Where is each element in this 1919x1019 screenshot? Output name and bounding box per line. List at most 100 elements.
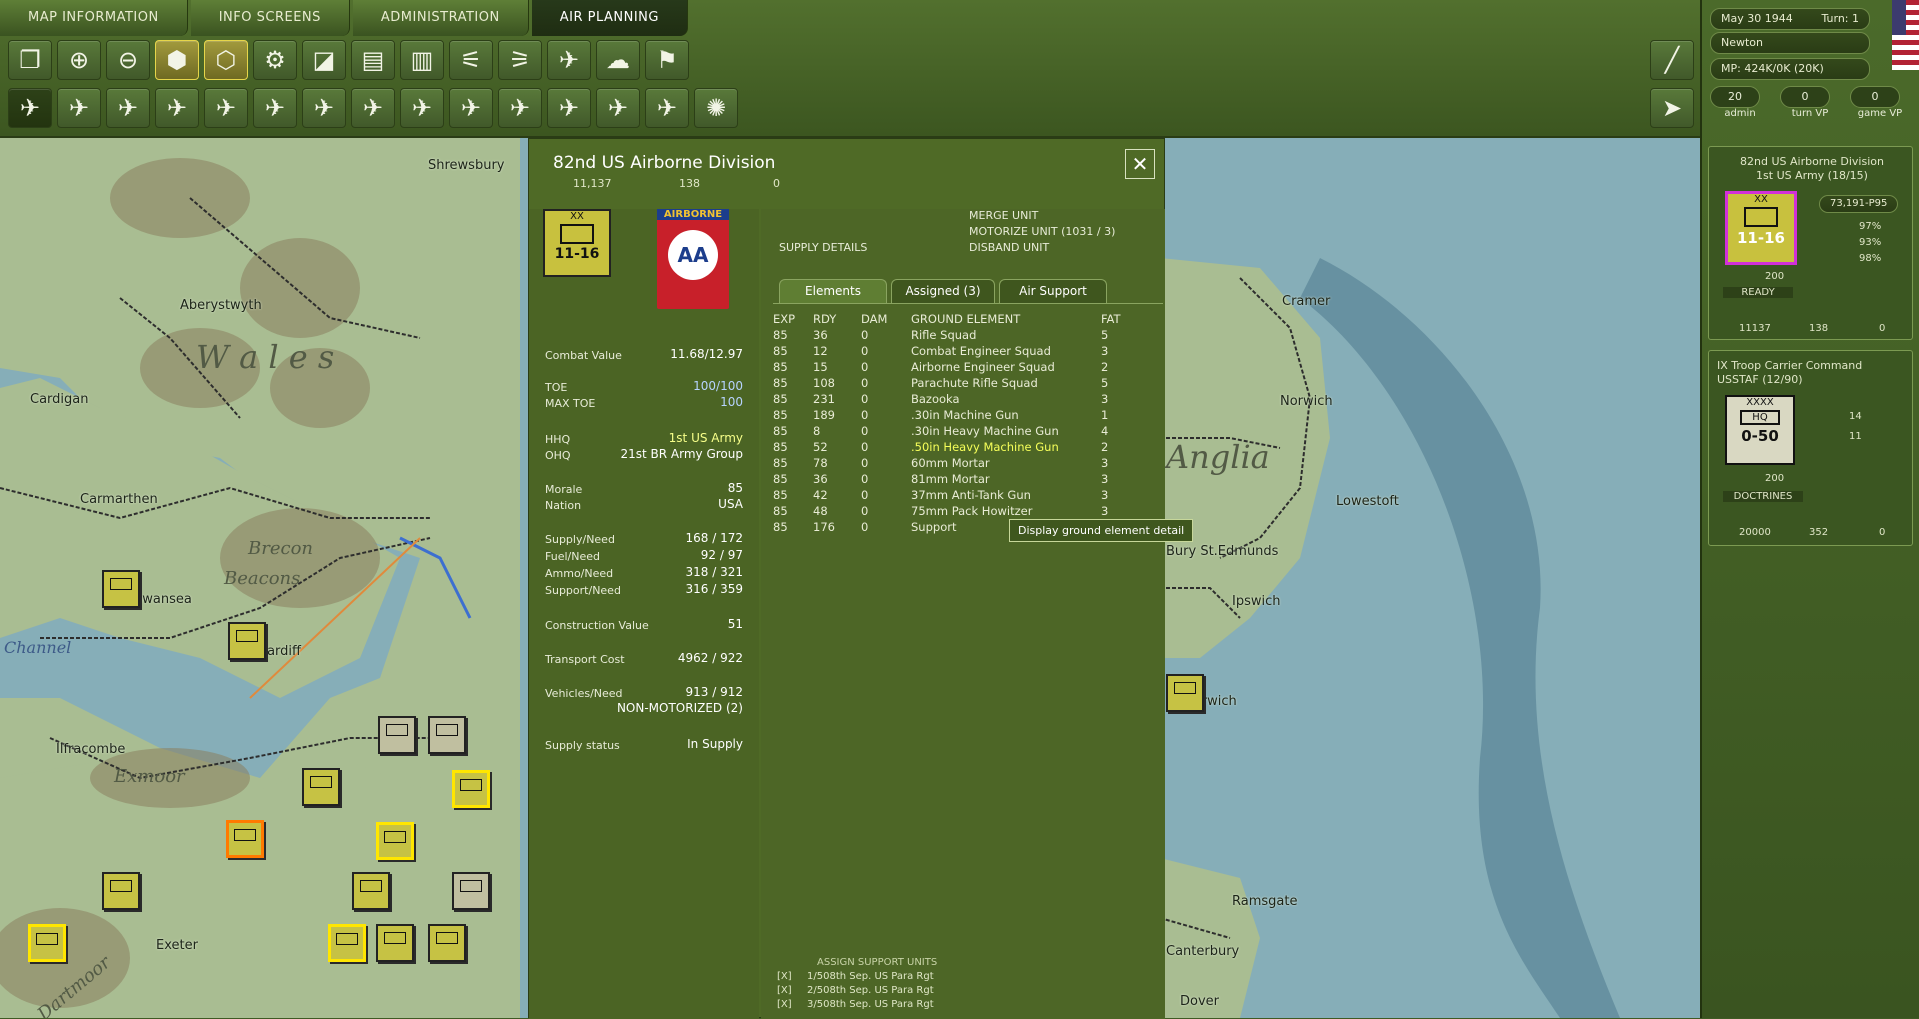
hex-grid-icon[interactable]: ⬢ [155,40,199,80]
windows-icon[interactable]: ❐ [8,40,52,80]
motorize-unit-link[interactable]: MOTORIZE UNIT (1031 / 3) [969,225,1115,238]
hhq-value[interactable]: 1st US Army [669,431,743,445]
selected-hq-counter[interactable] [226,820,264,858]
airborne-tab: AIRBORNE [657,209,729,220]
map-unit-counter[interactable] [352,872,390,910]
unit-card-82nd[interactable]: 82nd US Airborne Division 1st US Army (1… [1708,146,1913,340]
air-mode-f4-icon[interactable]: ✈ [155,88,199,128]
element-row[interactable]: 85 36 0 81mm Mortar 3 [773,471,1131,487]
map-unit-counter[interactable] [428,924,466,962]
element-row[interactable]: 85 15 0 Airborne Engineer Squad 2 [773,359,1131,375]
element-name[interactable]: Combat Engineer Squad [911,343,1101,359]
element-row[interactable]: 85 52 0 .50in Heavy Machine Gun 2 [773,439,1131,455]
doctrines-button[interactable]: DOCTRINES [1723,491,1803,502]
ai-air-icon[interactable]: ✈ [645,88,689,128]
tab-info-screens[interactable]: INFO SCREENS [190,0,350,36]
weather-icon[interactable]: ☁ [596,40,640,80]
zoom-in-icon[interactable]: ⊕ [57,40,101,80]
map-unit-counter[interactable] [102,570,140,608]
men-count: 11137 [1739,323,1771,334]
map-unit-counter[interactable] [376,924,414,962]
air-recon-icon[interactable]: ✈ [547,40,591,80]
map-unit-counter[interactable] [378,716,416,754]
element-name[interactable]: .30in Machine Gun [911,407,1101,423]
assign-support-row[interactable]: [X] 1/508th Sep. US Para Rgt [777,971,934,985]
air-mode-f10-icon[interactable]: ✈ [351,88,395,128]
map-unit-counter[interactable] [228,622,266,660]
element-name[interactable]: 81mm Mortar [911,471,1101,487]
map-hq-counter[interactable] [328,924,366,962]
assign-checkbox[interactable]: [X] [777,999,807,1010]
element-row[interactable]: 85 231 0 Bazooka 3 [773,391,1131,407]
tab-administration[interactable]: ADMINISTRATION [352,0,529,36]
air-mode-f6-icon[interactable]: ✈ [253,88,297,128]
element-name[interactable]: 60mm Mortar [911,455,1101,471]
element-row[interactable]: 85 36 0 Rifle Squad 5 [773,327,1131,343]
element-row[interactable]: 85 8 0 .30in Heavy Machine Gun 4 [773,423,1131,439]
map-unit-counter[interactable] [428,716,466,754]
element-name[interactable]: .50in Heavy Machine Gun [911,439,1101,455]
unit-counter[interactable]: XX 11-16 [1725,191,1797,265]
element-row[interactable]: 85 189 0 .30in Machine Gun 1 [773,407,1131,423]
element-row[interactable]: 85 48 0 75mm Pack Howitzer 3 [773,503,1131,519]
disband-unit-link[interactable]: DISBAND UNIT [969,241,1049,254]
element-name[interactable]: .30in Heavy Machine Gun [911,423,1101,439]
supply-chart-icon[interactable]: ▥ [400,40,444,80]
air-mode-f1-icon[interactable]: ✈ [8,88,52,128]
air-mode-icon[interactable]: ✈ [449,88,493,128]
element-name[interactable]: 75mm Pack Howitzer [911,503,1101,519]
air-mode-f5-icon[interactable]: ✈ [204,88,248,128]
map-unit-counter[interactable] [1166,674,1204,712]
signal-a-icon[interactable]: ⚟ [449,40,493,80]
map-unit-counter[interactable] [452,872,490,910]
assign-checkbox[interactable]: [X] [777,971,807,982]
air-mode-f11-icon[interactable]: ✺ [694,88,738,128]
assign-support-row[interactable]: [X] 2/508th Sep. US Para Rgt [777,985,934,999]
map-hq-counter[interactable] [452,770,490,808]
element-row[interactable]: 85 78 0 60mm Mortar 3 [773,455,1131,471]
flag-icon[interactable]: ⚑ [645,40,689,80]
unit-card-ix-troop-carrier[interactable]: IX Troop Carrier Command USSTAF (12/90) … [1708,350,1913,546]
assign-support-row[interactable]: [X] 3/508th Sep. US Para Rgt [777,999,934,1013]
element-row[interactable]: 85 12 0 Combat Engineer Squad 3 [773,343,1131,359]
close-icon[interactable]: ✕ [1125,149,1155,179]
terrain-overlay-icon[interactable]: ▤ [351,40,395,80]
element-row[interactable]: 85 108 0 Parachute Rifle Squad 5 [773,375,1131,391]
unit-parent: USSTAF (12/90) [1717,373,1803,386]
merge-unit-link[interactable]: MERGE UNIT [969,209,1038,222]
assign-checkbox[interactable]: [X] [777,985,807,996]
map-unit-counter[interactable] [302,768,340,806]
hq-counter[interactable]: XXXX HQ 0-50 [1725,395,1795,465]
ai-air-icon[interactable]: ✈ [596,88,640,128]
zoom-out-icon[interactable]: ⊖ [106,40,150,80]
element-name[interactable]: 37mm Anti-Tank Gun [911,487,1101,503]
air-mode-f7-icon[interactable]: ✈ [302,88,346,128]
map-unit-counter[interactable] [102,872,140,910]
element-name[interactable]: Airborne Engineer Squad [911,359,1101,375]
element-exp: 85 [773,520,788,534]
tab-assigned[interactable]: Assigned (3) [891,279,995,303]
tab-map-information[interactable]: MAP INFORMATION [0,0,188,36]
air-mode-icon[interactable]: ✈ [400,88,444,128]
tab-air-planning[interactable]: AIR PLANNING [531,0,688,36]
hex-outline-icon[interactable]: ⬡ [204,40,248,80]
pen-icon[interactable]: ╱ [1650,40,1694,80]
region-label: W a l e s [196,338,335,376]
element-name[interactable]: Parachute Rifle Squad [911,375,1101,391]
display-units-icon[interactable]: ◪ [302,40,346,80]
element-row[interactable]: 85 42 0 37mm Anti-Tank Gun 3 [773,487,1131,503]
air-mode-f3-icon[interactable]: ✈ [106,88,150,128]
signal-b-icon[interactable]: ⚞ [498,40,542,80]
element-name[interactable]: Bazooka [911,391,1101,407]
map-hq-counter[interactable] [28,924,66,962]
element-name[interactable]: Rifle Squad [911,327,1101,343]
air-mode-f2-icon[interactable]: ✈ [57,88,101,128]
tab-elements[interactable]: Elements [779,279,887,303]
end-turn-icon[interactable]: ➤ [1650,88,1694,128]
air-mode-icon[interactable]: ✈ [498,88,542,128]
air-mode-icon[interactable]: ✈ [547,88,591,128]
supply-details-link[interactable]: SUPPLY DETAILS [779,241,867,254]
tab-air-support[interactable]: Air Support [999,279,1107,303]
map-unit-counter[interactable] [376,822,414,860]
gear-icon[interactable]: ⚙ [253,40,297,80]
